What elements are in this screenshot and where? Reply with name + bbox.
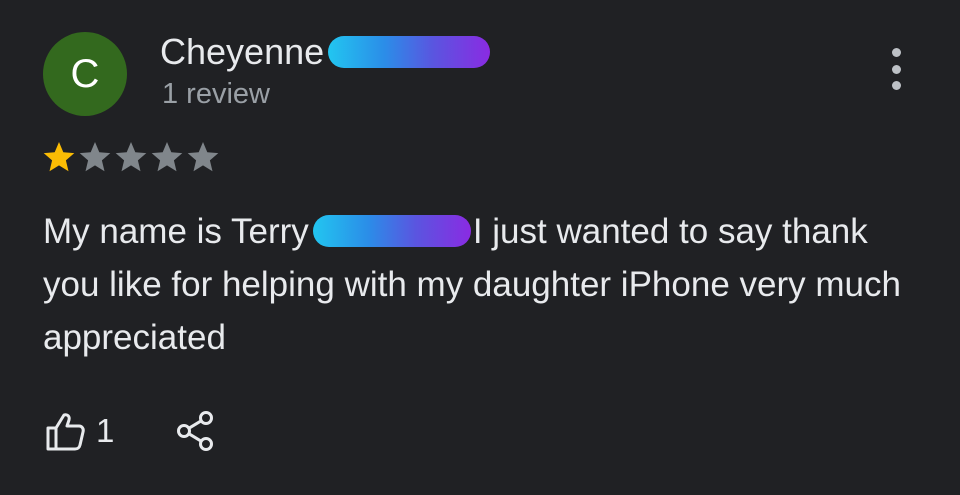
- star-empty-icon: [151, 142, 183, 172]
- thumbs-up-icon: [46, 413, 85, 451]
- reviewer-name-row: Cheyenne: [160, 30, 491, 74]
- star-empty-icon: [115, 142, 147, 172]
- avatar[interactable]: C: [43, 32, 127, 116]
- share-button[interactable]: [176, 410, 216, 452]
- avatar-letter: C: [70, 51, 100, 96]
- review-text: My name is Terry I just wanted to say tha…: [43, 205, 923, 364]
- star-empty-icon: [79, 142, 111, 172]
- more-vertical-icon-dot: [891, 81, 901, 90]
- like-count: 1: [96, 412, 115, 449]
- star-filled-icon: [43, 142, 75, 172]
- share-icon: [177, 411, 214, 451]
- more-options-button[interactable]: [880, 48, 912, 90]
- star-rating: [42, 140, 220, 174]
- redaction-bar-inline: [312, 215, 471, 247]
- redaction-bar: [328, 36, 491, 68]
- review-card: C Cheyenne 1 review My name is Terry I ju…: [0, 0, 960, 495]
- more-vertical-icon: [891, 48, 901, 57]
- review-actions: 1: [44, 410, 216, 452]
- review-text-part-1: My name is Terry: [43, 212, 309, 251]
- star-empty-icon: [187, 142, 219, 172]
- review-count: 1 review: [162, 78, 270, 110]
- reviewer-name[interactable]: Cheyenne: [160, 31, 324, 73]
- more-vertical-icon-dot: [891, 64, 901, 74]
- like-button[interactable]: 1: [44, 410, 114, 452]
